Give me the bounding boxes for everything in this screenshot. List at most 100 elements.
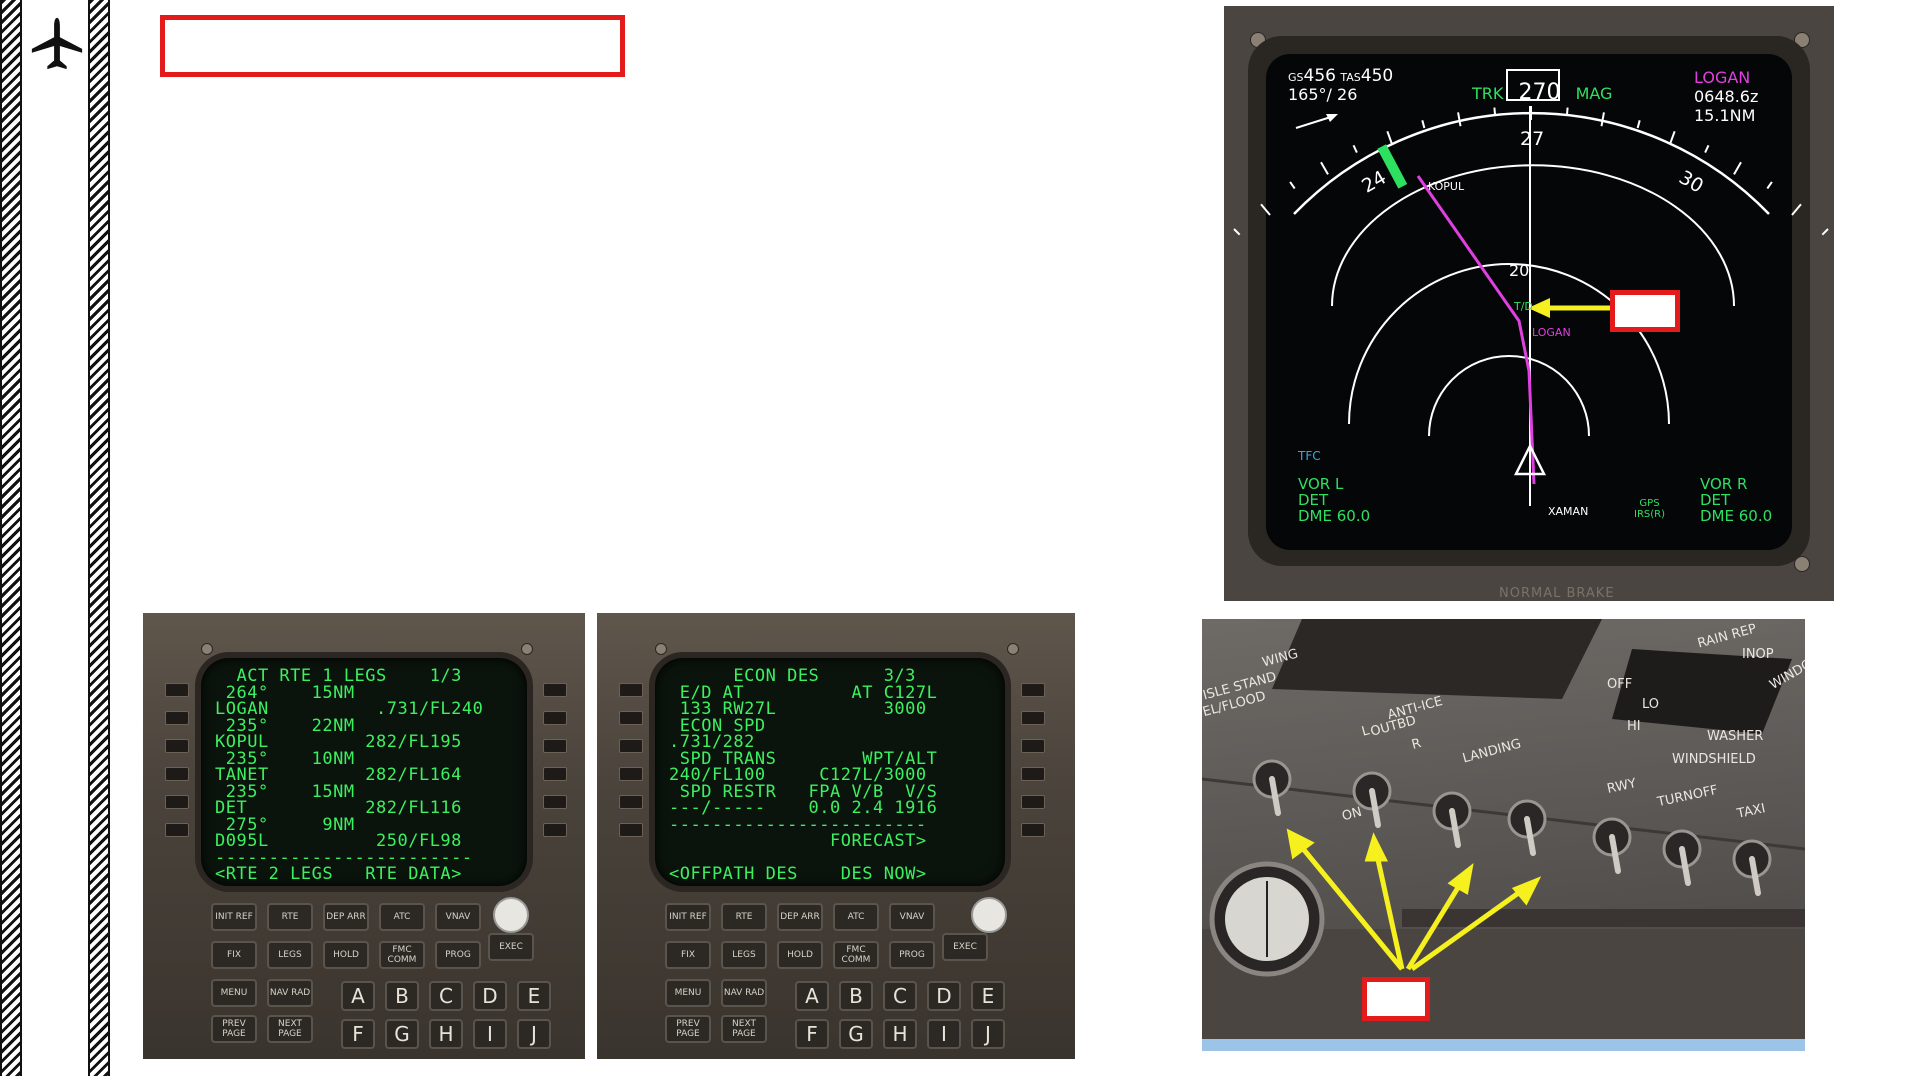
- fmc-key-b[interactable]: B: [839, 981, 873, 1011]
- line-select-key-r2[interactable]: [1021, 711, 1045, 725]
- line-select-key-l6[interactable]: [165, 823, 189, 837]
- fmc-key-dep-arr[interactable]: DEP ARR: [323, 903, 369, 931]
- line-select-key-l2[interactable]: [619, 711, 643, 725]
- fmc-key-prog[interactable]: PROG: [889, 941, 935, 969]
- nd-vor-l-dme: DME 60.0: [1298, 507, 1371, 525]
- fmc-key-f[interactable]: F: [341, 1019, 375, 1049]
- fmc-key-g[interactable]: G: [839, 1019, 873, 1049]
- fmc-key-legs[interactable]: LEGS: [721, 941, 767, 969]
- screw: [521, 643, 533, 655]
- line-select-key-l4[interactable]: [619, 767, 643, 781]
- line-select-key-l1[interactable]: [165, 683, 189, 697]
- line-select-key-l4[interactable]: [165, 767, 189, 781]
- nd-compass-27: 27: [1520, 128, 1545, 150]
- nd-waypoint-logan: LOGAN: [1532, 326, 1571, 339]
- line-select-key-r3[interactable]: [1021, 739, 1045, 753]
- nd-active-waypoint: LOGAN: [1694, 68, 1751, 87]
- fmc-key-menu[interactable]: MENU: [665, 979, 711, 1007]
- line-select-key-r5[interactable]: [543, 795, 567, 809]
- sidebar-hatch-left: [0, 0, 22, 1081]
- nd-wind: 165°/ 26: [1288, 85, 1358, 104]
- fmc-key-exec[interactable]: EXEC: [488, 933, 534, 961]
- fmc-key-init-ref[interactable]: INIT REF: [665, 903, 711, 931]
- line-select-key-r6[interactable]: [543, 823, 567, 837]
- fmc-key-fmc-comm[interactable]: FMC COMM: [833, 941, 879, 969]
- fmc-key-a[interactable]: A: [341, 981, 375, 1011]
- nd-trk-label: TRK: [1472, 84, 1504, 103]
- fmc-key-fmc-comm[interactable]: FMC COMM: [379, 941, 425, 969]
- nd-tas-value: 450: [1360, 66, 1394, 86]
- fmc-key-j[interactable]: J: [517, 1019, 551, 1049]
- fmc-key-atc[interactable]: ATC: [379, 903, 425, 931]
- line-select-key-r1[interactable]: [543, 683, 567, 697]
- fmc-line: <OFFPATH DES DES NOW>: [669, 864, 927, 884]
- line-select-key-l1[interactable]: [619, 683, 643, 697]
- line-select-key-l5[interactable]: [165, 795, 189, 809]
- nd-photo: GS456 TAS450 165°/ 26 TRK 270 MAG LOGAN …: [1224, 6, 1834, 601]
- fmc-key-next-page[interactable]: NEXT PAGE: [267, 1015, 313, 1043]
- nd-mag-label: MAG: [1575, 84, 1613, 103]
- nd-gps-label: GPS: [1639, 498, 1660, 509]
- fmc-key-c[interactable]: C: [429, 981, 463, 1011]
- fmc-key-dep-arr[interactable]: DEP ARR: [777, 903, 823, 931]
- fmc-key-b[interactable]: B: [385, 981, 419, 1011]
- fmc-key-atc[interactable]: ATC: [833, 903, 879, 931]
- fmc-key-nav-rad[interactable]: NAV RAD: [721, 979, 767, 1007]
- fmc-key-exec[interactable]: EXEC: [942, 933, 988, 961]
- nd-waypoint-kopul: KOPUL: [1428, 180, 1465, 193]
- fmc-key-vnav[interactable]: VNAV: [435, 903, 481, 931]
- line-select-key-l6[interactable]: [619, 823, 643, 837]
- screw: [655, 643, 667, 655]
- fmc-key-e[interactable]: E: [517, 981, 551, 1011]
- nd-vor-r-ident: DET: [1700, 491, 1731, 509]
- nd-vor-l-label: VOR L: [1298, 475, 1344, 493]
- fmc-key-menu[interactable]: MENU: [211, 979, 257, 1007]
- fmc-key-legs[interactable]: LEGS: [267, 941, 313, 969]
- nd-gs-label: GS: [1288, 71, 1304, 84]
- line-select-key-r4[interactable]: [543, 767, 567, 781]
- fmc-key-init-ref[interactable]: INIT REF: [211, 903, 257, 931]
- fmc-key-g[interactable]: G: [385, 1019, 419, 1049]
- line-select-key-l3[interactable]: [165, 739, 189, 753]
- fmc-right-photo: ECON DES 3/3 E/D AT AT C127L 133 RW27L 3…: [597, 613, 1075, 1059]
- fmc-key-d[interactable]: D: [927, 981, 961, 1011]
- fmc-key-j[interactable]: J: [971, 1019, 1005, 1049]
- fmc-key-rte[interactable]: RTE: [721, 903, 767, 931]
- line-select-key-r5[interactable]: [1021, 795, 1045, 809]
- fmc-key-hold[interactable]: HOLD: [323, 941, 369, 969]
- fmc-key-prev-page[interactable]: PREV PAGE: [665, 1015, 711, 1043]
- fmc-key-e[interactable]: E: [971, 981, 1005, 1011]
- fmc-key-i[interactable]: I: [473, 1019, 507, 1049]
- brt-knob[interactable]: [971, 897, 1007, 933]
- line-select-key-r3[interactable]: [543, 739, 567, 753]
- nd-callout-box: [1610, 290, 1680, 332]
- nd-waypoint-xaman: XAMAN: [1548, 505, 1589, 518]
- fmc-key-a[interactable]: A: [795, 981, 829, 1011]
- fmc-key-h[interactable]: H: [429, 1019, 463, 1049]
- nd-waypoint-td: T/D: [1514, 300, 1533, 313]
- line-select-key-r2[interactable]: [543, 711, 567, 725]
- line-select-key-l3[interactable]: [619, 739, 643, 753]
- fmc-key-next-page[interactable]: NEXT PAGE: [721, 1015, 767, 1043]
- fmc-key-nav-rad[interactable]: NAV RAD: [267, 979, 313, 1007]
- brt-knob[interactable]: [493, 897, 529, 933]
- fmc-key-h[interactable]: H: [883, 1019, 917, 1049]
- fmc-key-prog[interactable]: PROG: [435, 941, 481, 969]
- line-select-key-r4[interactable]: [1021, 767, 1045, 781]
- fmc-key-hold[interactable]: HOLD: [777, 941, 823, 969]
- overhead-label: WINDSHIELD: [1672, 752, 1756, 767]
- fmc-key-d[interactable]: D: [473, 981, 507, 1011]
- line-select-key-l2[interactable]: [165, 711, 189, 725]
- fmc-key-fix[interactable]: FIX: [665, 941, 711, 969]
- fmc-key-i[interactable]: I: [927, 1019, 961, 1049]
- fmc-key-f[interactable]: F: [795, 1019, 829, 1049]
- line-select-key-l5[interactable]: [619, 795, 643, 809]
- line-select-key-r6[interactable]: [1021, 823, 1045, 837]
- fmc-key-prev-page[interactable]: PREV PAGE: [211, 1015, 257, 1043]
- fmc-key-vnav[interactable]: VNAV: [889, 903, 935, 931]
- line-select-key-r1[interactable]: [1021, 683, 1045, 697]
- fmc-line: <RTE 2 LEGS RTE DATA>: [215, 864, 462, 884]
- fmc-key-c[interactable]: C: [883, 981, 917, 1011]
- fmc-key-fix[interactable]: FIX: [211, 941, 257, 969]
- fmc-key-rte[interactable]: RTE: [267, 903, 313, 931]
